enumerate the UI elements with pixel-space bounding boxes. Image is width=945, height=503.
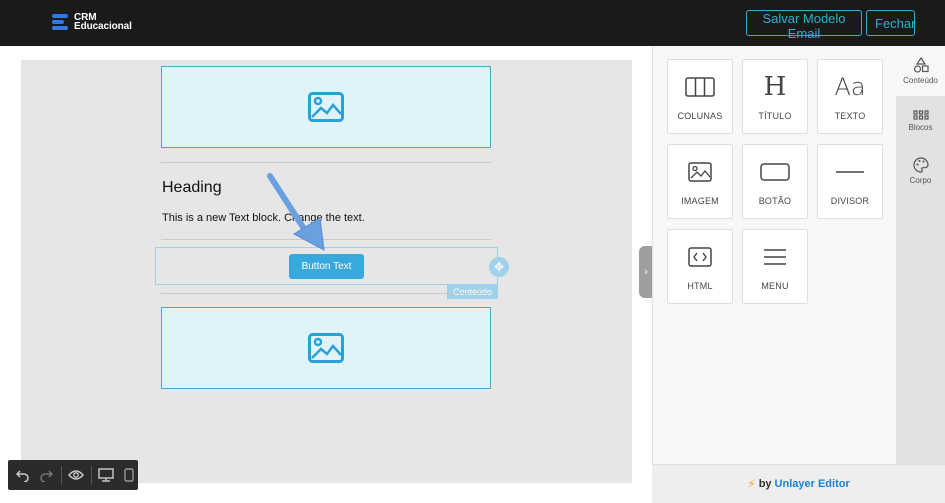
- tile-label: IMAGEM: [681, 196, 719, 206]
- heading-block[interactable]: Heading: [162, 179, 222, 197]
- html-icon: [688, 244, 712, 270]
- tab-label: Corpo: [909, 176, 932, 185]
- grid-icon: [912, 110, 929, 120]
- tile-label: DIVISOR: [830, 196, 870, 206]
- redo-icon[interactable]: [37, 465, 54, 485]
- divider-top: [161, 162, 491, 163]
- canvas-toolbar: [8, 460, 138, 490]
- tile-html[interactable]: HTML: [667, 229, 733, 304]
- eye-icon[interactable]: [67, 465, 84, 485]
- heading-icon: H: [763, 72, 787, 102]
- tile-text[interactable]: Aa TEXTO: [817, 59, 883, 134]
- tile-divider[interactable]: DIVISOR: [817, 144, 883, 219]
- tile-heading[interactable]: H TÍTULO: [742, 59, 808, 134]
- image-block-bottom[interactable]: [161, 307, 491, 389]
- image-placeholder-icon: [308, 333, 344, 363]
- mobile-icon[interactable]: [121, 465, 138, 485]
- divider-icon: [835, 159, 865, 185]
- side-tabs: Conteúdo Blocos Corpo: [896, 46, 945, 464]
- tab-blocks[interactable]: Blocos: [896, 96, 945, 146]
- image-icon: [688, 159, 712, 185]
- chevron-right-icon: ›: [644, 266, 648, 278]
- bolt-icon: ⚡: [747, 477, 756, 491]
- footer-brand-link[interactable]: Unlayer Editor: [775, 478, 850, 490]
- tile-label: TEXTO: [834, 111, 866, 121]
- logo-mark-icon: [52, 13, 70, 31]
- undo-icon[interactable]: [14, 465, 31, 485]
- tile-label: COLUNAS: [677, 111, 723, 121]
- tile-button[interactable]: BOTÃO: [742, 144, 808, 219]
- top-bar: CRM Educacional Salvar Modelo Email Fech…: [0, 0, 945, 46]
- tab-content[interactable]: Conteúdo: [896, 46, 945, 96]
- save-template-button[interactable]: Salvar Modelo Email: [746, 10, 862, 41]
- collapse-panel-handle[interactable]: ›: [639, 246, 653, 298]
- tab-label: Blocos: [908, 123, 933, 132]
- tile-menu[interactable]: MENU: [742, 229, 808, 304]
- tab-label: Conteúdo: [903, 76, 938, 85]
- tab-body[interactable]: Corpo: [896, 146, 945, 196]
- unlayer-footer[interactable]: ⚡ by Unlayer Editor: [652, 464, 945, 503]
- image-placeholder-icon: [308, 92, 344, 122]
- tile-image[interactable]: IMAGEM: [667, 144, 733, 219]
- image-block-top[interactable]: [161, 66, 491, 148]
- tile-columns[interactable]: COLUNAS: [667, 59, 733, 134]
- desktop-icon[interactable]: [97, 465, 114, 485]
- logo-line2: Educacional: [74, 21, 132, 32]
- close-button[interactable]: Fechar: [866, 10, 915, 36]
- tile-label: TÍTULO: [758, 111, 792, 121]
- footer-by: by: [758, 478, 772, 490]
- selected-content-tag: Conteúdo: [447, 285, 498, 299]
- tile-label: HTML: [687, 281, 713, 291]
- columns-icon: [685, 74, 715, 100]
- button-icon: [760, 159, 790, 185]
- crm-logo: CRM Educacional: [52, 13, 132, 32]
- text-icon: Aa: [834, 73, 866, 101]
- tutorial-arrow-icon: [267, 173, 325, 251]
- move-handle-icon[interactable]: ✥: [489, 257, 509, 277]
- palette-icon: [912, 157, 929, 173]
- tile-label: MENU: [761, 281, 789, 291]
- divider-bottom: [161, 293, 491, 294]
- tile-label: BOTÃO: [758, 196, 792, 206]
- shapes-icon: [913, 57, 929, 73]
- menu-icon: [763, 244, 787, 270]
